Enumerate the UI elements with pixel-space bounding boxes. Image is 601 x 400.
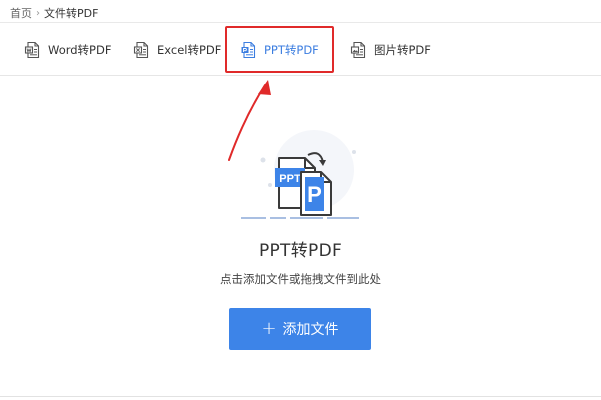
tabs-divider bbox=[0, 75, 601, 76]
page-title: PPT转PDF bbox=[258, 241, 343, 261]
plus-icon: + bbox=[261, 318, 277, 339]
breadcrumb-separator: › bbox=[36, 7, 40, 19]
bottom-divider bbox=[0, 396, 601, 397]
tab-word-label: Word转PDF bbox=[48, 43, 112, 57]
breadcrumb-current: 文件转PDF bbox=[44, 7, 99, 20]
word-doc-icon bbox=[24, 41, 40, 59]
ppt-to-pdf-illustration: PPT P bbox=[241, 130, 359, 219]
add-file-button[interactable]: + 添加文件 bbox=[229, 308, 371, 350]
tab-excel-to-pdf[interactable]: Excel转PDF bbox=[133, 33, 221, 67]
converter-page: 首页 › 文件转PDF Word转PDF Excel转PDF PPT转PDF 图… bbox=[0, 0, 601, 400]
breadcrumb-home[interactable]: 首页 bbox=[10, 5, 32, 21]
add-file-label: 添加文件 bbox=[282, 322, 339, 338]
image-doc-icon bbox=[350, 41, 366, 59]
tab-word-to-pdf[interactable]: Word转PDF bbox=[24, 33, 111, 67]
tab-excel-label: Excel转PDF bbox=[157, 43, 222, 57]
pdf-letter: P bbox=[307, 182, 322, 207]
drop-hint[interactable]: 点击添加文件或拖拽文件到此处 bbox=[0, 271, 601, 287]
tab-image-to-pdf[interactable]: 图片转PDF bbox=[350, 33, 431, 67]
breadcrumb: 首页 › 文件转PDF bbox=[10, 6, 98, 20]
excel-doc-icon bbox=[133, 41, 149, 59]
ppt-badge-text: PPT bbox=[279, 173, 301, 185]
tab-image-label: 图片转PDF bbox=[374, 43, 431, 57]
highlight-box bbox=[225, 26, 334, 73]
